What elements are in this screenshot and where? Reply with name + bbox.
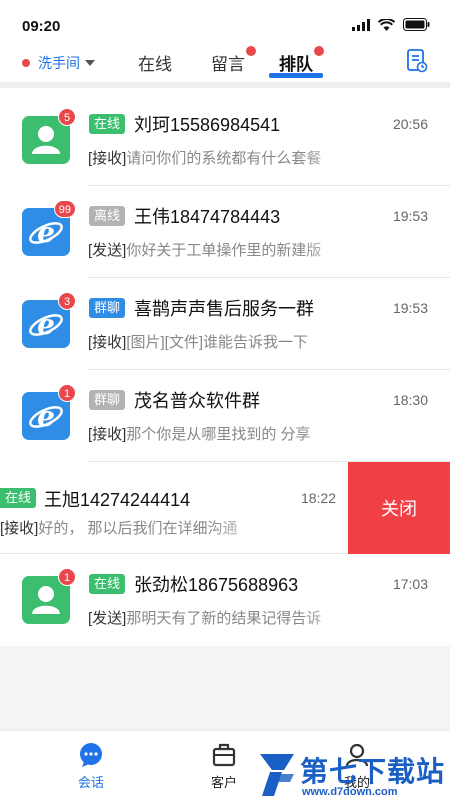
message-time: 17:03 xyxy=(392,576,428,592)
watermark-title: 第七下载站 xyxy=(300,756,446,787)
contact-name: 王伟18474784443 xyxy=(134,207,281,227)
nav-chat[interactable]: 会话 xyxy=(56,743,126,791)
svg-text:e: e xyxy=(37,308,55,341)
message-direction: [发送] xyxy=(88,242,127,259)
unread-badge: 1 xyxy=(58,568,76,586)
conversation-row[interactable]: 5 在线 刘珂15586984541 20:56 [接收]请问你们的系统都有什么… xyxy=(0,94,450,186)
unread-badge: 99 xyxy=(53,200,76,218)
conversation-row[interactable]: e 3 群聊 喜鹊声声售后服务一群 19:53 [接收][图片][文件]谁能告诉… xyxy=(0,278,450,370)
preview-fade xyxy=(300,607,360,629)
conversation-row[interactable]: 1 在线 张劲松18675688963 17:03 [发送]那明天有了新的结果记… xyxy=(0,554,450,646)
wifi-icon xyxy=(378,18,395,31)
tab-online-label: 在线 xyxy=(138,55,172,74)
svg-text:e: e xyxy=(37,216,55,249)
message-direction: [发送] xyxy=(88,610,127,627)
ie-browser-icon: e 3 xyxy=(22,292,76,348)
status-badge: 在线 xyxy=(0,488,37,508)
nav-customers-label: 客户 xyxy=(210,775,237,790)
watermark-logo-icon xyxy=(260,754,294,796)
conversation-row[interactable]: e 1 群聊 茂名普众软件群 18:30 [接收]那个你是从哪里找到的 分享 xyxy=(0,370,450,462)
header: 洗手间 在线 留言 排队 xyxy=(0,40,450,88)
chat-bubble-icon xyxy=(80,743,102,767)
person-icon: 1 xyxy=(22,568,76,624)
message-time: 19:53 xyxy=(392,300,428,316)
contact-name: 王旭14274244414 xyxy=(44,490,191,510)
message-text: 好的， 那以后我们在详细沟通 xyxy=(38,520,238,537)
battery-icon xyxy=(403,18,430,31)
status-badge: 群聊 xyxy=(89,390,126,410)
tab-active-indicator xyxy=(269,73,323,78)
tab-queue-label: 排队 xyxy=(279,55,313,74)
message-text: 那个你是从哪里找到的 分享 xyxy=(126,426,311,443)
message-direction: [接收] xyxy=(88,334,127,351)
nav-customers[interactable]: 客户 xyxy=(189,743,259,791)
message-text: [图片][文件]谁能告诉我一下 xyxy=(126,334,309,351)
contact-name: 茂名普众软件群 xyxy=(134,391,260,411)
tab-online[interactable]: 在线 xyxy=(138,50,172,75)
preview-fade xyxy=(300,147,360,169)
preview-fade xyxy=(300,423,360,445)
location-status-dot xyxy=(22,59,30,67)
ie-browser-icon: e 99 xyxy=(22,200,76,256)
tab-queue[interactable]: 排队 xyxy=(269,46,324,78)
watermark: 第七下载站 www.d7down.com xyxy=(256,748,450,800)
tab-queue-dot xyxy=(314,46,324,56)
status-badge: 在线 xyxy=(89,574,126,594)
status-badge: 在线 xyxy=(89,114,126,134)
tab-messages-label: 留言 xyxy=(211,55,245,74)
status-bar: 09:20 xyxy=(0,0,450,40)
message-time: 19:53 xyxy=(392,208,428,224)
tab-messages-dot xyxy=(246,46,256,56)
unread-badge: 5 xyxy=(58,108,76,126)
close-conversation-button[interactable]: 关闭 xyxy=(348,462,450,554)
message-text: 请问你们的系统都有什么套餐 xyxy=(126,150,322,167)
message-time: 18:30 xyxy=(392,392,428,408)
signal-icon xyxy=(352,18,370,31)
conversation-row-swiped[interactable]: 在线 王旭14274244414 18:22 [接收]好的， 那以后我们在详细沟… xyxy=(0,462,450,554)
message-direction: [接收] xyxy=(0,520,39,537)
message-direction: [接收] xyxy=(88,426,127,443)
document-icon[interactable] xyxy=(406,49,428,73)
status-badge: 群聊 xyxy=(89,298,126,318)
message-text: 你好关于工单操作里的新建版 xyxy=(126,242,322,259)
ie-browser-icon: e 1 xyxy=(22,384,76,440)
message-time: 20:56 xyxy=(392,116,428,132)
contact-name: 刘珂15586984541 xyxy=(134,115,281,135)
status-badge: 离线 xyxy=(89,206,126,226)
status-icons xyxy=(352,18,430,31)
message-text: 那明天有了新的结果记得告诉 xyxy=(126,610,322,627)
nav-chat-label: 会话 xyxy=(77,775,104,790)
conversation-list[interactable]: 5 在线 刘珂15586984541 20:56 [接收]请问你们的系统都有什么… xyxy=(0,94,450,730)
unread-badge: 3 xyxy=(58,292,76,310)
message-time: 18:22 xyxy=(300,490,336,506)
location-selector[interactable]: 洗手间 xyxy=(22,53,95,73)
briefcase-icon xyxy=(212,743,236,767)
contact-name: 喜鹊声声售后服务一群 xyxy=(134,299,314,319)
person-icon: 5 xyxy=(22,108,76,164)
tab-messages[interactable]: 留言 xyxy=(211,46,256,75)
chevron-down-icon xyxy=(85,60,95,66)
contact-name: 张劲松18675688963 xyxy=(134,575,299,595)
conversation-row[interactable]: e 99 离线 王伟18474784443 19:53 [发送]你好关于工单操作… xyxy=(0,186,450,278)
preview-fade xyxy=(300,331,360,353)
message-direction: [接收] xyxy=(88,150,127,167)
unread-badge: 1 xyxy=(58,384,76,402)
preview-fade xyxy=(210,517,270,539)
location-label: 洗手间 xyxy=(38,55,80,71)
svg-text:e: e xyxy=(37,400,55,433)
preview-fade xyxy=(300,239,360,261)
watermark-url: www.d7down.com xyxy=(302,786,398,798)
